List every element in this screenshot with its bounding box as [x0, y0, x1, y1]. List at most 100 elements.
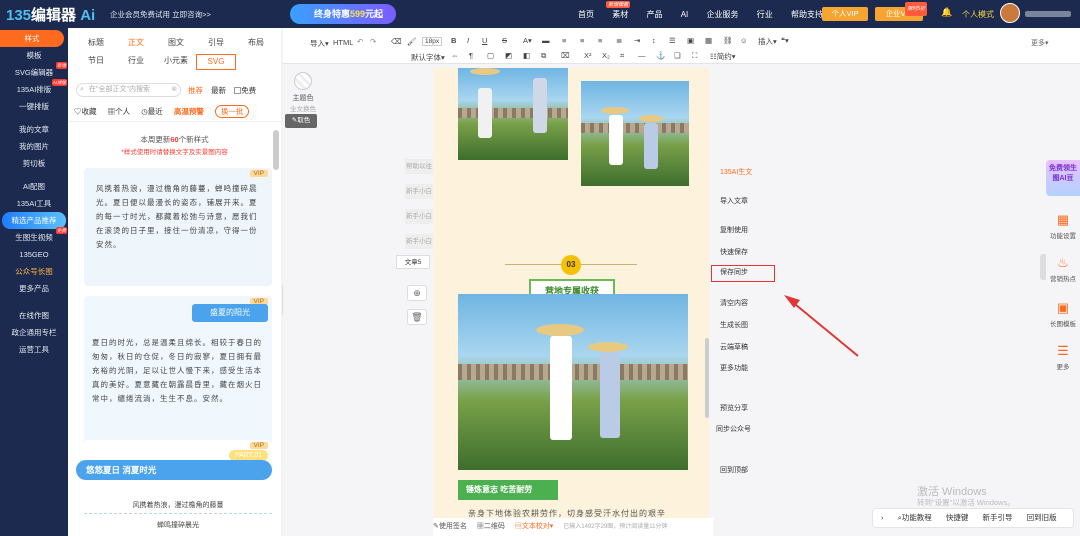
nav-home[interactable]: 首页 — [578, 10, 594, 19]
sidebar-item-ai-images[interactable]: AI配图 — [0, 178, 68, 195]
free-ai-beans-button[interactable]: 免费领生图AI豆 — [1046, 160, 1080, 196]
cloud-draft-button[interactable]: 云端草稿 — [711, 342, 781, 352]
filter-recommend[interactable]: 推荐 — [188, 86, 203, 95]
theme-color-button[interactable]: 主题色 全文换色 — [289, 72, 317, 113]
sidebar-item-one-click-layout[interactable]: 一键排版 — [0, 98, 68, 115]
divider-icon[interactable]: — — [638, 51, 646, 60]
history-ghost[interactable]: 新手小白 — [405, 184, 433, 199]
quick-save-button[interactable]: 快速保存 — [711, 247, 781, 257]
align-right-icon[interactable]: ≡ — [598, 36, 602, 45]
underline-icon[interactable]: U — [482, 36, 487, 45]
paragraph-icon[interactable]: ¶ — [469, 51, 473, 60]
beginner-guide-button[interactable]: 新手引导 — [982, 513, 1012, 522]
nav-materials[interactable]: 新增模板 素材 — [606, 1, 631, 19]
justify-icon[interactable]: ≣ — [616, 36, 622, 45]
align-left-icon[interactable]: ≡ — [562, 36, 566, 45]
promo-banner[interactable]: 终身特惠599元起 — [290, 4, 396, 24]
enterprise-promo-link[interactable]: 企业会员免费试用 立即咨询>> — [110, 9, 211, 20]
sidebar-item-clipboard[interactable]: 剪切板 — [0, 155, 68, 172]
qrcode-button[interactable]: ▦二维码 — [477, 523, 505, 530]
font-size-select[interactable]: 18px — [422, 37, 443, 46]
mode-label[interactable]: 个人模式 — [962, 9, 994, 20]
import-article-button[interactable]: 导入文章 — [711, 196, 781, 206]
refresh-batch-button[interactable]: 换一批 — [214, 105, 250, 118]
insert-menu[interactable]: 插入▾ — [758, 36, 777, 47]
chevron-right-icon[interactable]: › — [881, 513, 884, 522]
old-version-button[interactable]: 回到旧版 — [1027, 513, 1057, 522]
nav-industry[interactable]: 行业 — [757, 10, 773, 19]
more-toolbar-button[interactable]: 更多▾ — [1031, 38, 1049, 48]
shadow-icon[interactable]: ◩ — [505, 51, 512, 60]
emoji-icon[interactable]: ☺ — [740, 36, 748, 45]
image-icon[interactable]: ▣ — [687, 36, 694, 45]
pick-color-button[interactable]: ✎取色 — [285, 114, 317, 128]
tab-festival[interactable]: 节日 — [76, 54, 116, 70]
clear-content-button[interactable]: 清空内容 — [711, 298, 781, 308]
letter-spacing-icon[interactable]: ⇔ — [451, 51, 459, 60]
personal-vip-button[interactable]: 个人VIP — [822, 7, 868, 21]
sidebar-item-ops-tools[interactable]: 运营工具 — [0, 341, 68, 358]
sidebar-item-image-video[interactable]: 生图生视频 免费 — [0, 227, 68, 246]
nav-help[interactable]: 帮助支持 — [791, 10, 823, 19]
collect-button[interactable]: ♡收藏 — [74, 107, 97, 116]
border-icon[interactable]: ▢ — [487, 51, 494, 60]
simplified-menu[interactable]: ☷简约▾ — [710, 51, 736, 62]
highlight-tag[interactable]: 锤炼意志 吃苦耐劳 — [458, 480, 558, 500]
back-to-top-button[interactable]: 回到顶部 — [711, 465, 781, 475]
ai-write-button[interactable]: 135AI生文 — [711, 167, 781, 177]
add-icon[interactable]: ⊕ — [407, 285, 427, 301]
html-button[interactable]: HTML — [333, 38, 353, 47]
panel-scrollbar[interactable] — [273, 130, 279, 170]
filter-free[interactable]: 免费 — [234, 86, 256, 95]
list-icon[interactable]: ☰ — [669, 36, 676, 45]
link-icon[interactable]: ⛓ — [723, 36, 733, 45]
sidebar-item-styles[interactable]: 样式 — [0, 30, 64, 47]
sync-wechat-button[interactable]: 同步公众号 — [707, 424, 777, 434]
tab-layout[interactable]: 布局 — [236, 36, 276, 50]
proofread-button[interactable]: ▤文本校对▾ — [515, 523, 554, 530]
clear-icon[interactable]: ⊗ — [171, 84, 177, 96]
avatar[interactable] — [1000, 3, 1020, 23]
redo-icon[interactable]: ↷ — [370, 37, 376, 46]
tab-industry[interactable]: 行业 — [116, 54, 156, 70]
bell-icon[interactable]: 🔔 — [941, 7, 952, 18]
sidebar-item-my-articles[interactable]: 我的文章 — [0, 121, 68, 138]
format-brush-icon[interactable]: 🖌 — [407, 37, 417, 46]
subscript-icon[interactable]: X₂ — [602, 51, 610, 60]
history-ghost[interactable]: 新手小白 — [405, 209, 433, 224]
filter-latest[interactable]: 最新 — [211, 86, 226, 95]
trash-icon[interactable]: 🗑 — [407, 309, 427, 325]
tab-small-elements[interactable]: 小元素 — [156, 54, 196, 70]
style-card[interactable]: VIP 盛夏的阳光 夏日的时光，总是温柔且绵长。相较于春日的匆匆，秋日的仓促，冬… — [84, 296, 272, 456]
crop-icon[interactable]: ⌗ — [620, 51, 624, 61]
sidebar-item-more-products[interactable]: 更多产品 — [0, 280, 68, 297]
hot-topic-link[interactable]: 高温预警 — [174, 107, 204, 116]
anchor-icon[interactable]: ⚓ — [656, 51, 665, 60]
signature-button[interactable]: ✎使用签名 — [433, 523, 467, 530]
fullscreen-icon[interactable]: ⛶ — [692, 51, 697, 61]
personal-button[interactable]: ▦个人 — [108, 107, 131, 116]
import-button[interactable]: 导入▾ — [310, 38, 329, 49]
line-height-icon[interactable]: ↕ — [652, 36, 656, 45]
nav-ai[interactable]: AI — [681, 10, 689, 19]
shortcuts-button[interactable]: 快捷键 — [946, 513, 969, 522]
nav-products[interactable]: 产品 — [646, 10, 662, 19]
tab-image-text[interactable]: 图文 — [156, 36, 196, 50]
superscript-icon[interactable]: X² — [584, 51, 592, 60]
copy-use-button[interactable]: 复制使用 — [711, 225, 781, 235]
article-tab[interactable]: 文章5 — [396, 255, 430, 269]
clear-format-icon[interactable]: ⌧ — [561, 51, 570, 60]
style-search-input[interactable]: ⌕ 在"全部正文"内搜索 ⊗ — [76, 83, 181, 97]
font-family-select[interactable]: 默认字体▾ — [411, 52, 445, 63]
sidebar-item-ai-layout[interactable]: 135AI排版 AI排版 — [0, 79, 68, 98]
article-canvas[interactable]: 03 营地专属收获 — [433, 68, 709, 518]
strikethrough-icon[interactable]: S — [502, 36, 507, 45]
align-center-icon[interactable]: ≡ — [580, 36, 584, 45]
sidebar-item-my-images[interactable]: 我的图片 — [0, 138, 68, 155]
copy-format-icon[interactable]: ⧉ — [541, 51, 546, 61]
table-icon[interactable]: ▦ — [705, 36, 712, 45]
undo-icon[interactable]: ↶ — [357, 37, 363, 46]
italic-icon[interactable]: I — [467, 36, 469, 45]
rail-long-image-templates[interactable]: ▣ 长图模板 — [1046, 300, 1080, 328]
indent-icon[interactable]: ⇥ — [634, 36, 640, 45]
